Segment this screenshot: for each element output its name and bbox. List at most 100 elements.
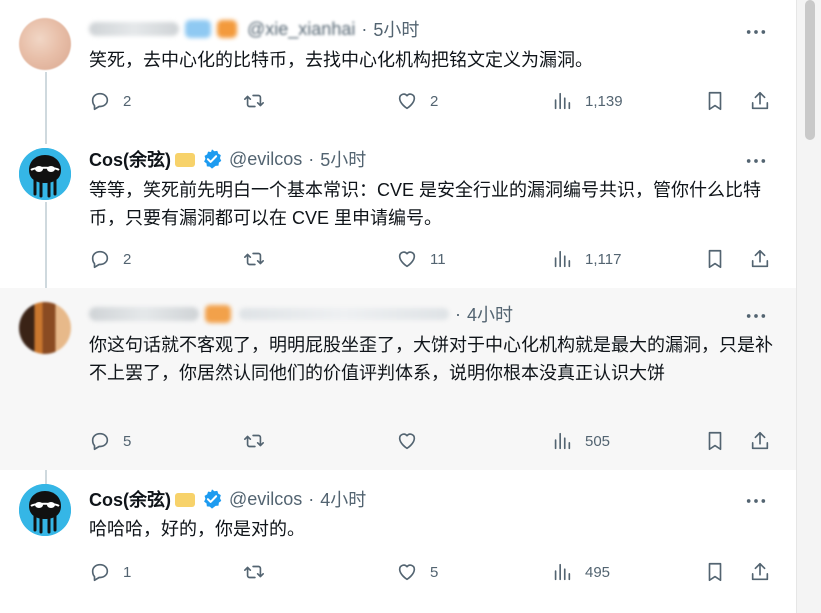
views-count: 1,139: [585, 92, 623, 110]
views-icon: [554, 563, 571, 581]
author-name-blurred[interactable]: [89, 22, 179, 36]
share-button[interactable]: [749, 557, 771, 587]
like-count: 2: [430, 92, 439, 110]
author-handle[interactable]: @evilcos: [229, 489, 302, 510]
repost-icon: [244, 565, 264, 579]
more-icon[interactable]: [745, 305, 767, 327]
tweet-time[interactable]: 5小时: [373, 16, 419, 42]
tweet-header: Cos(余弦) @evilcos · 5小时: [89, 146, 366, 172]
views-button[interactable]: 495: [551, 557, 610, 587]
tweet-actions: 2 11 1,117: [89, 244, 779, 274]
scrollbar[interactable]: [796, 0, 821, 613]
author-name[interactable]: Cos(余弦): [89, 146, 171, 172]
tweet[interactable]: Cos(余弦) @evilcos · 4小时 哈哈哈，好的，你是对的。 1 5: [0, 470, 797, 613]
reply-button[interactable]: 1: [89, 557, 131, 587]
tweet[interactable]: Cos(余弦) @evilcos · 5小时 等等，笑死前先明白一个基本常识：C…: [0, 136, 797, 288]
like-button[interactable]: 2: [396, 86, 438, 116]
verified-badge-icon: [204, 489, 222, 509]
bookmark-button[interactable]: [704, 86, 726, 116]
views-icon: [554, 432, 571, 450]
repost-icon: [244, 94, 264, 108]
author-handle[interactable]: @xie_xianhai: [247, 19, 355, 40]
timeline: @xie_xianhai · 5小时 笑死，去中心化的比特币，去找中心化机构把铭…: [0, 0, 797, 613]
bookmark-icon: [708, 249, 722, 269]
views-button[interactable]: 1,117: [551, 244, 621, 274]
like-button[interactable]: 5: [396, 557, 438, 587]
tweet-actions: 1 5 495: [89, 557, 779, 587]
reply-button[interactable]: 2: [89, 244, 131, 274]
share-button[interactable]: [749, 244, 771, 274]
reply-button[interactable]: 5: [89, 426, 131, 456]
repost-button[interactable]: [243, 557, 265, 587]
emoji-blurred: [205, 305, 231, 323]
like-icon: [398, 433, 416, 450]
reply-icon: [91, 563, 109, 582]
more-icon[interactable]: [745, 150, 767, 172]
tweet-text: 笑死，去中心化的比特币，去找中心化机构把铭文定义为漏洞。: [89, 50, 593, 70]
tweet-time[interactable]: 5小时: [320, 146, 366, 172]
share-icon: [751, 249, 769, 268]
emoji-blurred: [217, 20, 237, 38]
tweet-header: · 4小时: [89, 301, 513, 327]
share-icon: [751, 431, 769, 450]
like-count: 11: [430, 250, 446, 268]
bookmark-icon: [708, 431, 722, 451]
avatar-image: [19, 148, 71, 200]
scrollbar-thumb[interactable]: [805, 0, 815, 140]
emoji-badge: [175, 493, 195, 507]
reply-button[interactable]: 2: [89, 86, 131, 116]
like-count: 5: [430, 563, 439, 581]
separator-dot: ·: [455, 303, 461, 324]
reply-count: 1: [123, 563, 132, 581]
avatar-image: [19, 484, 71, 536]
tweet-actions: 5 505: [89, 426, 779, 456]
author-handle[interactable]: @evilcos: [229, 149, 302, 170]
bookmark-button[interactable]: [704, 244, 726, 274]
more-icon[interactable]: [745, 21, 767, 43]
repost-button[interactable]: [243, 244, 265, 274]
reply-icon: [91, 432, 109, 451]
like-icon: [398, 564, 416, 581]
avatar[interactable]: [19, 18, 71, 70]
views-button[interactable]: 505: [551, 426, 610, 456]
reply-count: 5: [123, 432, 132, 450]
author-handle-blurred[interactable]: [239, 308, 449, 320]
reply-icon: [91, 92, 109, 111]
author-name-blurred[interactable]: [89, 307, 199, 321]
tweet-text: 等等，笑死前先明白一个基本常识：CVE 是安全行业的漏洞编号共识，管你什么比特币…: [89, 180, 762, 228]
tweet-header: Cos(余弦) @evilcos · 4小时: [89, 486, 366, 512]
repost-button[interactable]: [243, 86, 265, 116]
tweet-header: @xie_xianhai · 5小时: [89, 16, 419, 42]
repost-button[interactable]: [243, 426, 265, 456]
views-count: 495: [585, 563, 611, 581]
views-button[interactable]: 1,139: [551, 86, 623, 116]
emoji-badge: [175, 153, 195, 167]
tweet-time[interactable]: 4小时: [467, 301, 513, 327]
bookmark-button[interactable]: [704, 557, 726, 587]
avatar[interactable]: [19, 148, 71, 200]
avatar[interactable]: [19, 484, 71, 536]
share-button[interactable]: [749, 86, 771, 116]
tweet-actions: 2 2 1,139: [89, 86, 779, 116]
bookmark-icon: [708, 91, 722, 111]
like-button[interactable]: 11: [396, 244, 446, 274]
reply-icon: [91, 250, 109, 269]
views-count: 1,117: [585, 250, 622, 268]
more-icon[interactable]: [745, 490, 767, 512]
separator-dot: ·: [308, 488, 315, 509]
verified-badge-icon: [204, 149, 222, 169]
avatar[interactable]: [19, 302, 71, 354]
repost-icon: [244, 434, 264, 448]
tweet-text: 你这句话就不客观了，明明屁股坐歪了，大饼对于中心化机构就是最大的漏洞，只是补不上…: [89, 335, 773, 383]
emoji-blurred: [185, 20, 211, 38]
author-name[interactable]: Cos(余弦): [89, 486, 171, 512]
like-button[interactable]: [396, 426, 430, 456]
share-button[interactable]: [749, 426, 771, 456]
tweet[interactable]: · 4小时 你这句话就不客观了，明明屁股坐歪了，大饼对于中心化机构就是最大的漏洞…: [0, 288, 797, 470]
like-icon: [398, 93, 416, 110]
views-icon: [554, 250, 571, 268]
tweet[interactable]: @xie_xianhai · 5小时 笑死，去中心化的比特币，去找中心化机构把铭…: [0, 0, 797, 136]
tweet-time[interactable]: 4小时: [320, 486, 366, 512]
share-icon: [751, 562, 769, 581]
bookmark-button[interactable]: [704, 426, 726, 456]
